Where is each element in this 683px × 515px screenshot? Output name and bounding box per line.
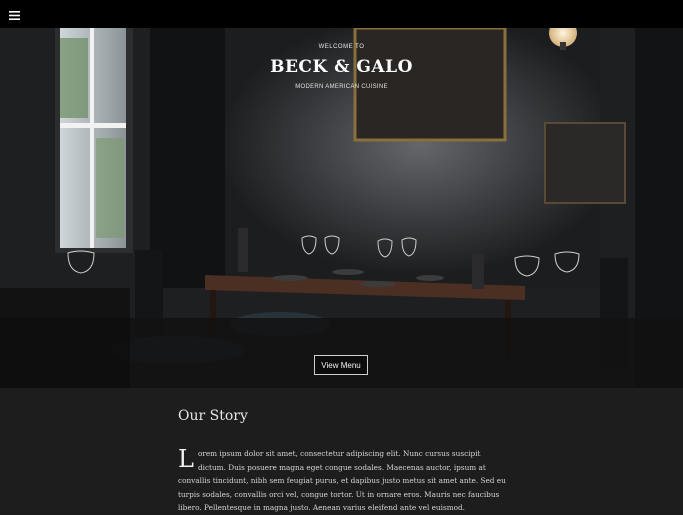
top-nav-bar <box>0 0 683 28</box>
view-menu-button[interactable]: View Menu <box>314 355 368 375</box>
story-text: orem ipsum dolor sit amet, consectetur a… <box>178 449 506 513</box>
hero-background-image <box>0 28 683 388</box>
section-title: Our Story <box>178 408 248 424</box>
our-story-section: Our Story L orem ipsum dolor sit amet, c… <box>0 388 683 512</box>
menu-button[interactable] <box>6 6 22 22</box>
view-menu-label: View Menu <box>321 360 361 370</box>
hero-section: WELCOME TO BECK & GALO MODERN AMERICAN C… <box>0 28 683 388</box>
tagline: MODERN AMERICAN CUISINE <box>295 84 388 90</box>
hamburger-icon <box>8 5 20 24</box>
drop-cap: L <box>178 445 194 473</box>
welcome-label: WELCOME TO <box>318 44 365 50</box>
brand-title: BECK & GALO <box>270 57 413 77</box>
story-paragraph: L orem ipsum dolor sit amet, consectetur… <box>178 447 506 515</box>
